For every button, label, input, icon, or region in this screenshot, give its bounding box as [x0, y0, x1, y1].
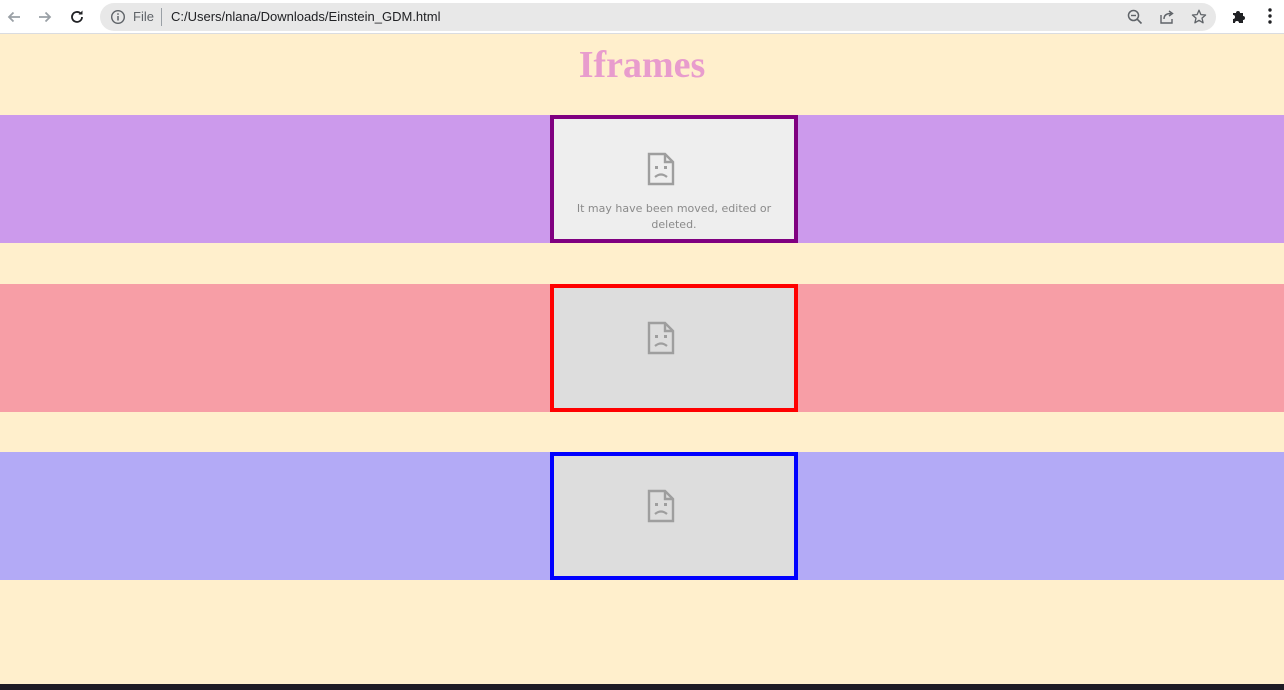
info-icon[interactable] [110, 9, 126, 25]
address-bar[interactable]: File C:/Users/nlana/Downloads/Einstein_G… [100, 3, 1216, 31]
page-title: Iframes [578, 44, 706, 86]
iframe-band-red [0, 284, 1284, 412]
star-icon[interactable] [1190, 8, 1208, 26]
puzzle-icon[interactable] [1229, 6, 1249, 26]
iframe-error-message: It may have been moved, edited or delete… [576, 202, 772, 231]
iframe-red[interactable] [550, 284, 798, 412]
back-button[interactable] [2, 5, 26, 29]
zoom-out-icon[interactable] [1126, 8, 1144, 26]
sad-file-icon [647, 152, 675, 186]
taskbar-edge [0, 684, 1284, 690]
scheme-divider [161, 8, 162, 26]
forward-button[interactable] [33, 5, 57, 29]
kebab-menu-icon[interactable] [1262, 6, 1278, 26]
reload-icon [71, 10, 83, 23]
url-scheme-label: File [133, 9, 154, 24]
forward-arrow-icon [39, 11, 52, 23]
browser-toolbar: File C:/Users/nlana/Downloads/Einstein_G… [0, 0, 1284, 34]
sad-file-icon [647, 321, 675, 355]
share-icon[interactable] [1158, 8, 1176, 26]
iframe-blue[interactable] [550, 452, 798, 580]
iframe-band-blue [0, 452, 1284, 580]
back-arrow-icon [7, 11, 20, 23]
sad-file-icon [647, 489, 675, 523]
iframe-band-purple: It may have been moved, edited or delete… [0, 115, 1284, 243]
reload-button[interactable] [65, 5, 89, 29]
page-content: Iframes It may have been moved, edited o… [0, 34, 1284, 684]
url-text[interactable]: C:/Users/nlana/Downloads/Einstein_GDM.ht… [171, 9, 441, 25]
iframe-purple[interactable]: It may have been moved, edited or delete… [550, 115, 798, 243]
